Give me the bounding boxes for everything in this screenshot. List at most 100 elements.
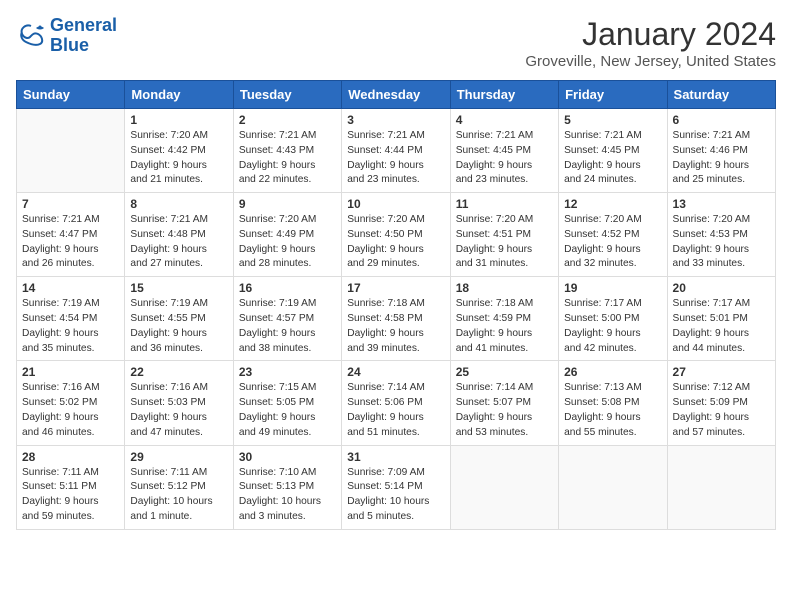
calendar-day-header: Sunday	[17, 81, 125, 109]
day-info: Sunrise: 7:19 AMSunset: 4:54 PMDaylight:…	[22, 297, 119, 356]
day-number: 23	[239, 365, 336, 379]
day-number: 13	[673, 197, 770, 211]
calendar-day-cell: 22 Sunrise: 7:16 AMSunset: 5:03 PMDayligh…	[125, 361, 233, 445]
day-number: 16	[239, 281, 336, 295]
logo: General Blue	[16, 16, 117, 56]
calendar-day-cell: 26Sunrise: 7:13 AMSunset: 5:08 PMDayligh…	[559, 361, 667, 445]
day-number: 10	[347, 197, 444, 211]
day-number: 31	[347, 450, 444, 464]
calendar-week-row: 7 Sunrise: 7:21 AMSunset: 4:47 PMDaylight…	[17, 193, 776, 277]
day-number: 20	[673, 281, 770, 295]
day-info: Sunrise: 7:12 AMSunset: 5:09 PMDaylight:…	[673, 381, 770, 440]
day-info: Sunrise: 7:20 AMSunset: 4:50 PMDaylight:…	[347, 213, 444, 272]
day-info: Sunrise: 7:20 AMSunset: 4:53 PMDaylight:…	[673, 213, 770, 272]
logo-icon	[16, 22, 46, 50]
calendar-day-cell: 14 Sunrise: 7:19 AMSunset: 4:54 PMDayligh…	[17, 277, 125, 361]
calendar-day-header: Tuesday	[233, 81, 341, 109]
calendar-day-cell: 7 Sunrise: 7:21 AMSunset: 4:47 PMDaylight…	[17, 193, 125, 277]
day-info: Sunrise: 7:16 AMSunset: 5:02 PMDaylight:…	[22, 381, 119, 440]
calendar-day-cell: 10 Sunrise: 7:20 AMSunset: 4:50 PMDayligh…	[342, 193, 450, 277]
day-number: 21	[22, 365, 119, 379]
calendar-table: SundayMondayTuesdayWednesdayThursdayFrid…	[16, 80, 776, 530]
day-info: Sunrise: 7:21 AMSunset: 4:46 PMDaylight:…	[673, 129, 770, 188]
day-info: Sunrise: 7:19 AMSunset: 4:55 PMDaylight:…	[130, 297, 227, 356]
day-number: 30	[239, 450, 336, 464]
page-header: General Blue January 2024 Groveville, Ne…	[16, 16, 776, 70]
calendar-day-header: Wednesday	[342, 81, 450, 109]
calendar-day-cell: 4Sunrise: 7:21 AMSunset: 4:45 PMDaylight…	[450, 109, 558, 193]
day-info: Sunrise: 7:21 AMSunset: 4:48 PMDaylight:…	[130, 213, 227, 272]
day-info: Sunrise: 7:14 AMSunset: 5:07 PMDaylight:…	[456, 381, 553, 440]
calendar-day-cell: 16 Sunrise: 7:19 AMSunset: 4:57 PMDayligh…	[233, 277, 341, 361]
day-info: Sunrise: 7:11 AMSunset: 5:11 PMDaylight:…	[22, 466, 119, 525]
day-number: 28	[22, 450, 119, 464]
title-block: January 2024 Groveville, New Jersey, Uni…	[525, 16, 776, 70]
calendar-day-cell: 8 Sunrise: 7:21 AMSunset: 4:48 PMDaylight…	[125, 193, 233, 277]
day-number: 15	[130, 281, 227, 295]
day-number: 8	[130, 197, 227, 211]
calendar-day-cell: 21 Sunrise: 7:16 AMSunset: 5:02 PMDayligh…	[17, 361, 125, 445]
logo-text: General Blue	[50, 16, 117, 56]
calendar-day-cell	[667, 445, 775, 529]
day-number: 11	[456, 197, 553, 211]
calendar-day-cell	[450, 445, 558, 529]
calendar-day-header: Monday	[125, 81, 233, 109]
day-number: 12	[564, 197, 661, 211]
day-number: 19	[564, 281, 661, 295]
calendar-week-row: 28 Sunrise: 7:11 AMSunset: 5:11 PMDayligh…	[17, 445, 776, 529]
calendar-title: January 2024	[525, 16, 776, 53]
calendar-week-row: 1 Sunrise: 7:20 AMSunset: 4:42 PMDaylight…	[17, 109, 776, 193]
day-info: Sunrise: 7:20 AMSunset: 4:52 PMDaylight:…	[564, 213, 661, 272]
day-number: 24	[347, 365, 444, 379]
calendar-day-cell: 18 Sunrise: 7:18 AMSunset: 4:59 PMDayligh…	[450, 277, 558, 361]
day-info: Sunrise: 7:18 AMSunset: 4:58 PMDaylight:…	[347, 297, 444, 356]
calendar-day-cell	[17, 109, 125, 193]
calendar-week-row: 14 Sunrise: 7:19 AMSunset: 4:54 PMDayligh…	[17, 277, 776, 361]
calendar-day-cell: 25Sunrise: 7:14 AMSunset: 5:07 PMDayligh…	[450, 361, 558, 445]
calendar-week-row: 21 Sunrise: 7:16 AMSunset: 5:02 PMDayligh…	[17, 361, 776, 445]
day-number: 27	[673, 365, 770, 379]
calendar-day-cell: 30 Sunrise: 7:10 AMSunset: 5:13 PMDayligh…	[233, 445, 341, 529]
calendar-day-cell: 29Sunrise: 7:11 AMSunset: 5:12 PMDayligh…	[125, 445, 233, 529]
calendar-day-cell: 5Sunrise: 7:21 AMSunset: 4:45 PMDaylight…	[559, 109, 667, 193]
day-number: 4	[456, 113, 553, 127]
calendar-day-cell: 31 Sunrise: 7:09 AMSunset: 5:14 PMDayligh…	[342, 445, 450, 529]
day-info: Sunrise: 7:17 AMSunset: 5:01 PMDaylight:…	[673, 297, 770, 356]
calendar-day-cell: 15 Sunrise: 7:19 AMSunset: 4:55 PMDayligh…	[125, 277, 233, 361]
calendar-day-cell: 19Sunrise: 7:17 AMSunset: 5:00 PMDayligh…	[559, 277, 667, 361]
calendar-day-cell: 11Sunrise: 7:20 AMSunset: 4:51 PMDayligh…	[450, 193, 558, 277]
calendar-day-cell: 3Sunrise: 7:21 AMSunset: 4:44 PMDaylight…	[342, 109, 450, 193]
day-info: Sunrise: 7:20 AMSunset: 4:49 PMDaylight:…	[239, 213, 336, 272]
day-info: Sunrise: 7:10 AMSunset: 5:13 PMDaylight:…	[239, 466, 336, 525]
day-info: Sunrise: 7:16 AMSunset: 5:03 PMDaylight:…	[130, 381, 227, 440]
calendar-day-cell: 28 Sunrise: 7:11 AMSunset: 5:11 PMDayligh…	[17, 445, 125, 529]
calendar-day-cell: 17Sunrise: 7:18 AMSunset: 4:58 PMDayligh…	[342, 277, 450, 361]
day-number: 1	[130, 113, 227, 127]
day-info: Sunrise: 7:09 AMSunset: 5:14 PMDaylight:…	[347, 466, 444, 525]
calendar-day-cell: 20 Sunrise: 7:17 AMSunset: 5:01 PMDayligh…	[667, 277, 775, 361]
calendar-day-cell: 13 Sunrise: 7:20 AMSunset: 4:53 PMDayligh…	[667, 193, 775, 277]
calendar-day-cell: 1 Sunrise: 7:20 AMSunset: 4:42 PMDaylight…	[125, 109, 233, 193]
day-info: Sunrise: 7:19 AMSunset: 4:57 PMDaylight:…	[239, 297, 336, 356]
calendar-subtitle: Groveville, New Jersey, United States	[525, 53, 776, 70]
day-number: 14	[22, 281, 119, 295]
day-info: Sunrise: 7:18 AMSunset: 4:59 PMDaylight:…	[456, 297, 553, 356]
day-number: 26	[564, 365, 661, 379]
day-info: Sunrise: 7:15 AMSunset: 5:05 PMDaylight:…	[239, 381, 336, 440]
calendar-day-cell: 23 Sunrise: 7:15 AMSunset: 5:05 PMDayligh…	[233, 361, 341, 445]
day-info: Sunrise: 7:21 AMSunset: 4:47 PMDaylight:…	[22, 213, 119, 272]
day-number: 22	[130, 365, 227, 379]
day-number: 3	[347, 113, 444, 127]
day-info: Sunrise: 7:20 AMSunset: 4:42 PMDaylight:…	[130, 129, 227, 188]
calendar-day-cell: 6Sunrise: 7:21 AMSunset: 4:46 PMDaylight…	[667, 109, 775, 193]
calendar-day-cell: 24 Sunrise: 7:14 AMSunset: 5:06 PMDayligh…	[342, 361, 450, 445]
calendar-day-header: Thursday	[450, 81, 558, 109]
day-number: 18	[456, 281, 553, 295]
day-number: 29	[130, 450, 227, 464]
day-number: 9	[239, 197, 336, 211]
day-info: Sunrise: 7:14 AMSunset: 5:06 PMDaylight:…	[347, 381, 444, 440]
calendar-day-cell: 12 Sunrise: 7:20 AMSunset: 4:52 PMDayligh…	[559, 193, 667, 277]
day-info: Sunrise: 7:21 AMSunset: 4:43 PMDaylight:…	[239, 129, 336, 188]
calendar-day-header: Friday	[559, 81, 667, 109]
day-number: 7	[22, 197, 119, 211]
